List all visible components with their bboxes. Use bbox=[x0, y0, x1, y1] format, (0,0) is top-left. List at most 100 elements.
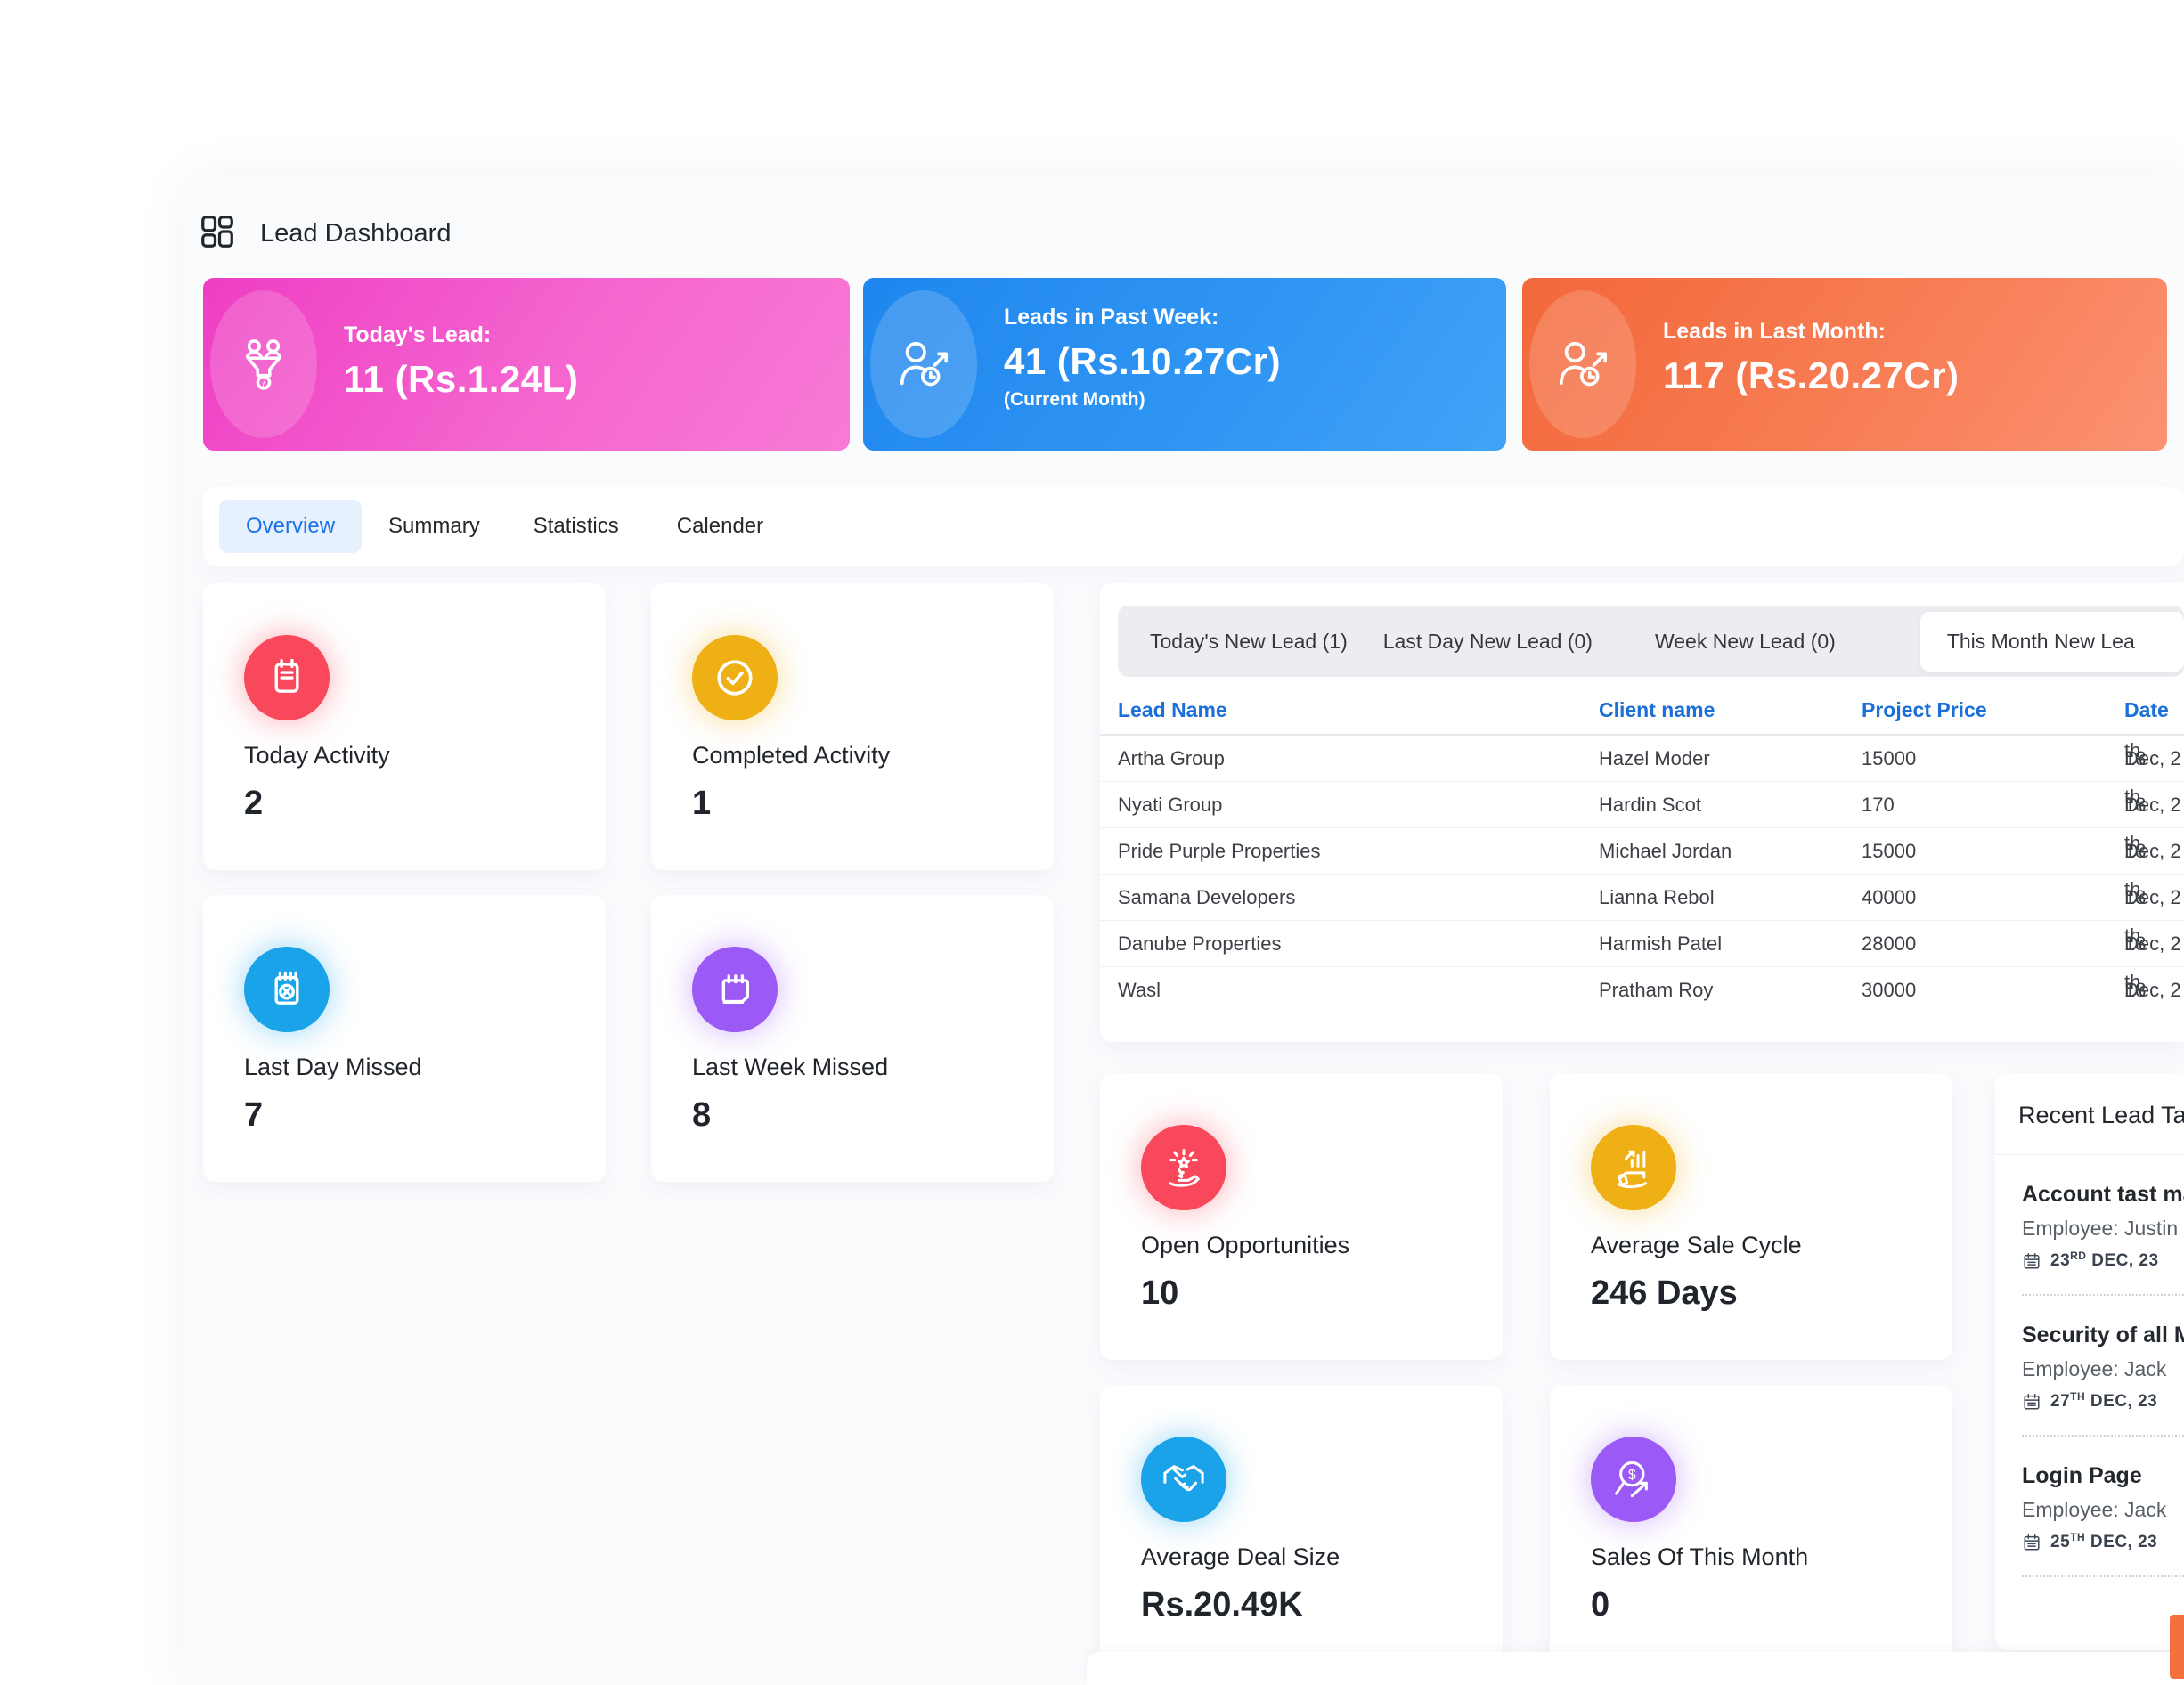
page-header: Lead Dashboard bbox=[200, 214, 451, 254]
task-employee: Employee: Jack bbox=[2022, 1357, 2184, 1381]
recent-lead-tasks-panel: Recent Lead Tas Account tast ma Employee… bbox=[1995, 1073, 2184, 1650]
metric-card-sales-of-this-month: $ Sales Of This Month 0 bbox=[1550, 1385, 1952, 1672]
cell-client-name: Pratham Roy bbox=[1599, 967, 1713, 1013]
svg-text:$: $ bbox=[1628, 1467, 1636, 1483]
cell-client-name: Lianna Rebol bbox=[1599, 875, 1715, 920]
cell-lead-name: Wasl bbox=[1118, 967, 1161, 1013]
column-header-lead-name[interactable]: Lead Name bbox=[1118, 698, 1227, 722]
cell-project-price: 170 bbox=[1862, 782, 1895, 827]
stat-label: Completed Activity bbox=[692, 742, 890, 769]
table-row[interactable]: Samana Developers Lianna Rebol 40000 18t… bbox=[1100, 875, 2184, 921]
handshake-icon bbox=[1141, 1437, 1226, 1522]
sale-cycle-hand-icon bbox=[1591, 1125, 1676, 1210]
cell-lead-name: Danube Properties bbox=[1118, 921, 1281, 966]
task-date: 27TH DEC, 23 bbox=[2022, 1392, 2184, 1412]
metric-label: Sales Of This Month bbox=[1591, 1543, 1808, 1571]
summary-note: (Current Month) bbox=[1004, 389, 1281, 411]
lead-table-tab-bar: Today's New Lead (1) Last Day New Lead (… bbox=[1118, 606, 2184, 677]
sales-search-icon: $ bbox=[1591, 1437, 1676, 1522]
task-date: 25TH DEC, 23 bbox=[2022, 1533, 2184, 1552]
recent-task-item[interactable]: Security of all M Employee: Jack 27TH DE… bbox=[2022, 1296, 2184, 1437]
dashboard-shell: Lead Dashboard 7 Today's Lead: 11 (Rs.1.… bbox=[183, 175, 2184, 1685]
table-row[interactable]: Pride Purple Properties Michael Jordan 1… bbox=[1100, 828, 2184, 875]
cell-lead-name: Pride Purple Properties bbox=[1118, 828, 1320, 874]
calendar-icon bbox=[244, 635, 330, 720]
person-trend-icon bbox=[1555, 337, 1610, 392]
tab-summary[interactable]: Summary bbox=[388, 514, 480, 539]
cell-project-price: 28000 bbox=[1862, 921, 1916, 966]
table-row[interactable]: Danube Properties Harmish Patel 28000 18… bbox=[1100, 921, 2184, 967]
summary-label: Leads in Past Week: bbox=[1004, 305, 1281, 330]
stat-card-last-day-missed: Last Day Missed 7 bbox=[203, 895, 606, 1182]
stat-card-completed-activity: Completed Activity 1 bbox=[651, 583, 1054, 870]
cell-client-name: Harmish Patel bbox=[1599, 921, 1722, 966]
cell-client-name: Hazel Moder bbox=[1599, 736, 1710, 781]
tab-calender[interactable]: Calender bbox=[677, 514, 763, 539]
stat-value: 1 bbox=[692, 785, 711, 823]
tab-last-day-new-lead[interactable]: Last Day New Lead (0) bbox=[1383, 630, 1593, 654]
cell-lead-name: Artha Group bbox=[1118, 736, 1225, 781]
tab-statistics[interactable]: Statistics bbox=[534, 514, 619, 539]
metric-label: Open Opportunities bbox=[1141, 1232, 1349, 1259]
stat-value: 8 bbox=[692, 1096, 711, 1135]
table-row[interactable]: Nyati Group Hardin Scot 170 18th Dec, 2 bbox=[1100, 782, 2184, 828]
task-title: Account tast ma bbox=[2022, 1182, 2184, 1208]
cell-client-name: Hardin Scot bbox=[1599, 782, 1701, 827]
summary-card-todays-lead: 7 Today's Lead: 11 (Rs.1.24L) bbox=[203, 278, 850, 451]
recent-tasks-title: Recent Lead Tas bbox=[2018, 1102, 2184, 1129]
column-header-project-price[interactable]: Project Price bbox=[1862, 698, 1987, 722]
summary-card-last-month: Leads in Last Month: 117 (Rs.20.27Cr) bbox=[1522, 278, 2167, 451]
task-employee: Employee: Justin bbox=[2022, 1217, 2184, 1241]
dotted-divider bbox=[2022, 1575, 2184, 1577]
metric-value: 10 bbox=[1141, 1274, 1178, 1313]
table-row[interactable]: Artha Group Hazel Moder 15000 18th Dec, … bbox=[1100, 736, 2184, 782]
summary-label: Today's Lead: bbox=[344, 322, 578, 348]
cell-project-price: 30000 bbox=[1862, 967, 1916, 1013]
summary-value: 117 (Rs.20.27Cr) bbox=[1663, 355, 1960, 396]
calendar-icon bbox=[2022, 1533, 2041, 1552]
cell-project-price: 15000 bbox=[1862, 736, 1916, 781]
cell-lead-name: Samana Developers bbox=[1118, 875, 1295, 920]
tab-overview[interactable]: Overview bbox=[219, 500, 362, 553]
summary-value: 11 (Rs.1.24L) bbox=[344, 359, 578, 400]
column-header-client-name[interactable]: Client name bbox=[1599, 698, 1715, 722]
tab-week-new-lead[interactable]: Week New Lead (0) bbox=[1655, 630, 1836, 654]
task-title: Security of all M bbox=[2022, 1323, 2184, 1348]
table-row[interactable]: Wasl Pratham Roy 30000 18th Dec, 2 bbox=[1100, 967, 2184, 1013]
summary-card-past-week: Leads in Past Week: 41 (Rs.10.27Cr) (Cur… bbox=[863, 278, 1506, 451]
stat-label: Last Week Missed bbox=[692, 1054, 888, 1081]
metric-card-average-deal-size: Average Deal Size Rs.20.49K bbox=[1100, 1385, 1503, 1672]
main-tab-bar: Overview Summary Statistics Calender bbox=[203, 487, 2184, 566]
opportunities-hand-icon bbox=[1141, 1125, 1226, 1210]
cell-project-price: 15000 bbox=[1862, 828, 1916, 874]
person-trend-icon bbox=[896, 337, 951, 392]
svg-text:7: 7 bbox=[261, 377, 267, 389]
metric-card-open-opportunities: Open Opportunities 10 bbox=[1100, 1073, 1503, 1360]
leads-funnel-icon: 7 bbox=[236, 337, 291, 392]
task-title: Login Page bbox=[2022, 1463, 2184, 1489]
page-title: Lead Dashboard bbox=[260, 219, 451, 248]
tab-this-month-new-lead[interactable]: This Month New Lea bbox=[1920, 612, 2184, 672]
calendar-icon bbox=[2022, 1392, 2041, 1412]
task-employee: Employee: Jack bbox=[2022, 1498, 2184, 1522]
metric-value: 246 Days bbox=[1591, 1274, 1738, 1313]
dashboard-grid-icon bbox=[200, 214, 235, 254]
scrollbar-thumb[interactable] bbox=[2170, 1615, 2184, 1679]
column-header-date[interactable]: Date bbox=[2124, 698, 2169, 722]
tab-todays-new-lead[interactable]: Today's New Lead (1) bbox=[1150, 630, 1348, 654]
stat-card-today-activity: Today Activity 2 bbox=[203, 583, 606, 870]
recent-task-item[interactable]: Account tast ma Employee: Justin 23RD DE… bbox=[2022, 1155, 2184, 1296]
calendar-week-icon bbox=[692, 947, 778, 1032]
cell-client-name: Michael Jordan bbox=[1599, 828, 1732, 874]
calendar-icon bbox=[2022, 1251, 2041, 1271]
recent-task-item[interactable]: Login Page Employee: Jack 25TH DEC, 23 bbox=[2022, 1437, 2184, 1577]
stat-value: 2 bbox=[244, 785, 263, 823]
summary-label: Leads in Last Month: bbox=[1663, 319, 1960, 345]
metric-label: Average Sale Cycle bbox=[1591, 1232, 1802, 1259]
bottom-scrollbar-track[interactable] bbox=[1087, 1652, 2184, 1685]
metric-card-average-sale-cycle: Average Sale Cycle 246 Days bbox=[1550, 1073, 1952, 1360]
summary-value: 41 (Rs.10.27Cr) bbox=[1004, 341, 1281, 382]
metric-value: Rs.20.49K bbox=[1141, 1586, 1303, 1624]
cell-lead-name: Nyati Group bbox=[1118, 782, 1222, 827]
check-circle-icon bbox=[692, 635, 778, 720]
